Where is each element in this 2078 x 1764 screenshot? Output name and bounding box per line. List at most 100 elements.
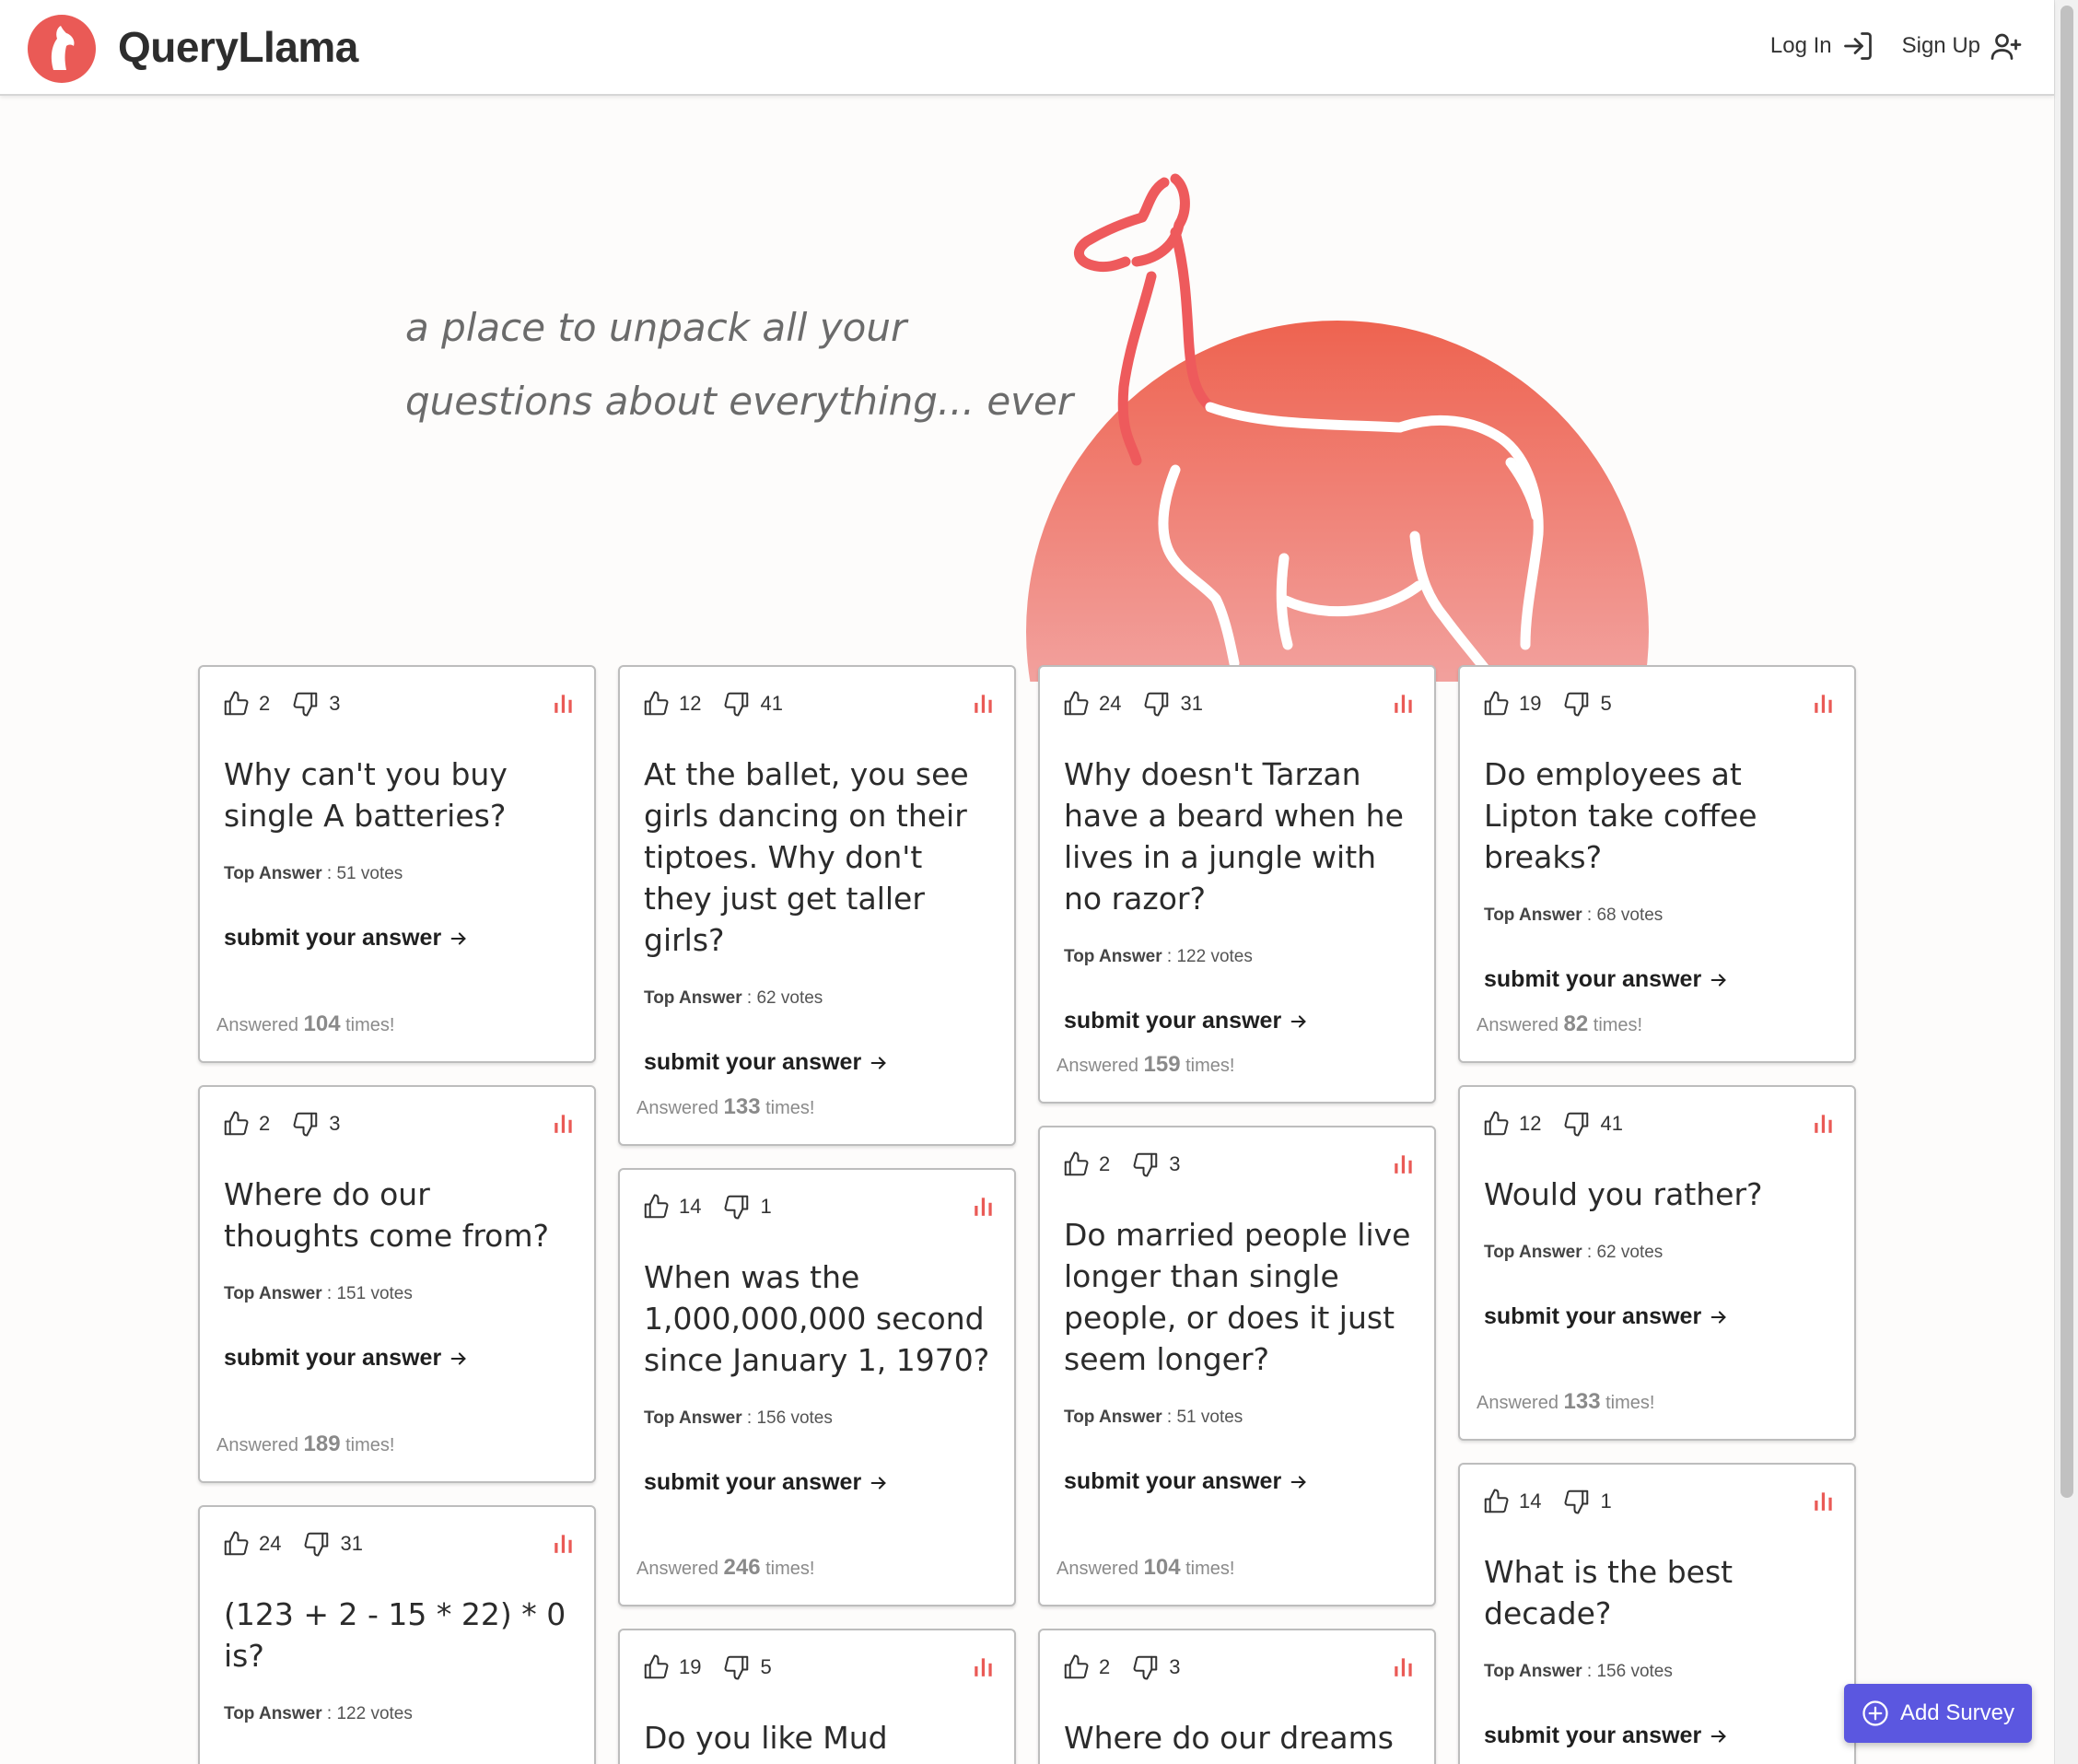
question-text[interactable]: At the ballet, you see girls dancing on … <box>642 753 992 961</box>
question-card[interactable]: 2 3 Where do our thoughts come from? Top… <box>198 1085 596 1483</box>
question-card[interactable]: 19 5 Do you like Mud Water? <box>618 1629 1016 1764</box>
submit-answer-link[interactable]: submit your answer <box>1482 1723 1832 1749</box>
thumbs-down-icon[interactable] <box>292 1110 320 1138</box>
thumbs-up-icon[interactable] <box>642 1653 670 1681</box>
answered-count: Answered 159 times! <box>1057 1052 1235 1077</box>
vertical-scrollbar[interactable] <box>2054 0 2078 1764</box>
thumbs-down-icon[interactable] <box>1132 1653 1160 1681</box>
bar-chart-icon[interactable] <box>972 1654 996 1678</box>
thumbs-down-icon[interactable] <box>292 690 320 718</box>
question-card[interactable]: 19 5 Do employees at Lipton take coffee … <box>1458 665 1856 1063</box>
question-text[interactable]: Would you rather? <box>1482 1174 1832 1215</box>
question-text[interactable]: When was the 1,000,000,000 second since … <box>642 1256 992 1381</box>
submit-answer-link[interactable]: submit your answer <box>1482 966 1832 993</box>
thumbs-up-icon[interactable] <box>1482 1110 1510 1138</box>
question-card[interactable]: 14 1 When was the 1,000,000,000 second s… <box>618 1168 1016 1606</box>
like-count: 19 <box>1519 692 1542 715</box>
bar-chart-icon[interactable] <box>552 691 576 715</box>
thumbs-up-icon[interactable] <box>1062 1653 1090 1681</box>
top-answer: Top Answer : 151 votes <box>224 1284 413 1303</box>
thumbs-down-icon[interactable] <box>1563 1488 1591 1515</box>
question-card[interactable]: 24 31 (123 + 2 - 15 * 22) * 0 is? Top An… <box>198 1505 596 1764</box>
llama-illustration <box>1026 173 1649 682</box>
vote-bar: 2 3 <box>222 1107 572 1140</box>
question-text[interactable]: Do you like Mud Water? <box>642 1717 992 1764</box>
thumbs-down-icon[interactable] <box>1563 1110 1591 1138</box>
top-answer: Top Answer : 156 votes <box>644 1408 833 1428</box>
thumbs-up-icon[interactable] <box>642 690 670 718</box>
thumbs-up-icon[interactable] <box>222 690 250 718</box>
bar-chart-icon[interactable] <box>1812 691 1836 715</box>
submit-answer-link[interactable]: submit your answer <box>642 1049 992 1076</box>
thumbs-up-icon[interactable] <box>1482 1488 1510 1515</box>
bar-chart-icon[interactable] <box>1812 1111 1836 1135</box>
top-answer: Top Answer : 51 votes <box>224 864 403 883</box>
thumbs-up-icon[interactable] <box>222 1110 250 1138</box>
thumbs-down-icon[interactable] <box>1563 690 1591 718</box>
submit-answer-link[interactable]: submit your answer <box>222 925 572 952</box>
submit-answer-link[interactable]: submit your answer <box>642 1469 992 1496</box>
submit-answer-link[interactable]: submit your answer <box>1062 1008 1412 1034</box>
question-text[interactable]: Do employees at Lipton take coffee break… <box>1482 753 1832 878</box>
thumbs-up-icon[interactable] <box>1062 1151 1090 1178</box>
add-survey-button[interactable]: Add Survey <box>1844 1684 2032 1743</box>
thumbs-up-icon[interactable] <box>222 1530 250 1558</box>
answered-count: Answered 82 times! <box>1477 1011 1643 1036</box>
signup-link[interactable]: Sign Up <box>1902 29 2023 63</box>
thumbs-down-icon[interactable] <box>723 1653 751 1681</box>
bar-chart-icon[interactable] <box>972 1194 996 1218</box>
submit-answer-link[interactable]: submit your answer <box>1062 1468 1412 1495</box>
llama-logo-icon[interactable] <box>26 13 98 85</box>
answered-count: Answered 104 times! <box>216 1011 395 1036</box>
bar-chart-icon[interactable] <box>1812 1489 1836 1513</box>
vote-bar: 12 41 <box>1482 1107 1832 1140</box>
question-text[interactable]: (123 + 2 - 15 * 22) * 0 is? <box>222 1594 572 1676</box>
bar-chart-icon[interactable] <box>552 1531 576 1555</box>
dislike-count: 3 <box>329 1112 341 1135</box>
thumbs-down-icon[interactable] <box>1132 1151 1160 1178</box>
question-card[interactable]: 12 41 At the ballet, you see girls danci… <box>618 665 1016 1146</box>
question-text[interactable]: What is the best decade? <box>1482 1551 1832 1634</box>
question-card[interactable]: 12 41 Would you rather? Top Answer : 62 … <box>1458 1085 1856 1441</box>
question-card[interactable]: 2 3 Why can't you buy single A batteries… <box>198 665 596 1063</box>
thumbs-up-icon[interactable] <box>1482 690 1510 718</box>
question-card[interactable]: 24 31 Why doesn't Tarzan have a beard wh… <box>1038 665 1436 1104</box>
brand-name[interactable]: QueryLlama <box>118 22 358 72</box>
question-text[interactable]: Where do our thoughts come from? <box>222 1174 572 1256</box>
thumbs-up-icon[interactable] <box>642 1193 670 1221</box>
thumbs-up-icon[interactable] <box>1062 690 1090 718</box>
bar-chart-icon[interactable] <box>1392 1151 1416 1175</box>
vote-bar: 19 5 <box>1482 687 1832 720</box>
dislike-count: 1 <box>1600 1489 1612 1513</box>
answered-count: Answered 189 times! <box>216 1431 395 1456</box>
bar-chart-icon[interactable] <box>552 1111 576 1135</box>
submit-answer-link[interactable]: submit your answer <box>222 1345 572 1372</box>
thumbs-down-icon[interactable] <box>1143 690 1171 718</box>
bar-chart-icon[interactable] <box>972 691 996 715</box>
thumbs-down-icon[interactable] <box>723 1193 751 1221</box>
question-text[interactable]: Why doesn't Tarzan have a beard when he … <box>1062 753 1412 919</box>
question-card[interactable]: 14 1 What is the best decade? Top Answer… <box>1458 1463 1856 1764</box>
vote-bar: 2 3 <box>222 687 572 720</box>
scrollbar-thumb[interactable] <box>2060 6 2073 1498</box>
thumbs-down-icon[interactable] <box>303 1530 331 1558</box>
bar-chart-icon[interactable] <box>1392 1654 1416 1678</box>
question-text[interactable]: Do married people live longer than singl… <box>1062 1214 1412 1380</box>
dislike-count: 3 <box>1169 1152 1181 1175</box>
dislike-count: 5 <box>1600 692 1612 715</box>
like-count: 12 <box>1519 1112 1542 1135</box>
like-count: 2 <box>1099 1655 1111 1678</box>
login-link[interactable]: Log In <box>1770 29 1874 63</box>
submit-answer-link[interactable]: submit your answer <box>1482 1303 1832 1330</box>
bar-chart-icon[interactable] <box>1392 691 1416 715</box>
question-text[interactable]: Where do our dreams <box>1062 1717 1412 1758</box>
arrow-right-icon <box>1290 1475 1307 1489</box>
dislike-count: 5 <box>760 1655 772 1678</box>
question-text[interactable]: Why can't you buy single A batteries? <box>222 753 572 836</box>
plus-circle-icon <box>1862 1700 1888 1726</box>
thumbs-down-icon[interactable] <box>723 690 751 718</box>
question-card[interactable]: 2 3 Do married people live longer than s… <box>1038 1126 1436 1606</box>
vote-bar: 19 5 <box>642 1651 992 1684</box>
question-card[interactable]: 2 3 Where do our dreams <box>1038 1629 1436 1764</box>
hero-tagline-line2: questions about everything... ever <box>405 379 1074 424</box>
